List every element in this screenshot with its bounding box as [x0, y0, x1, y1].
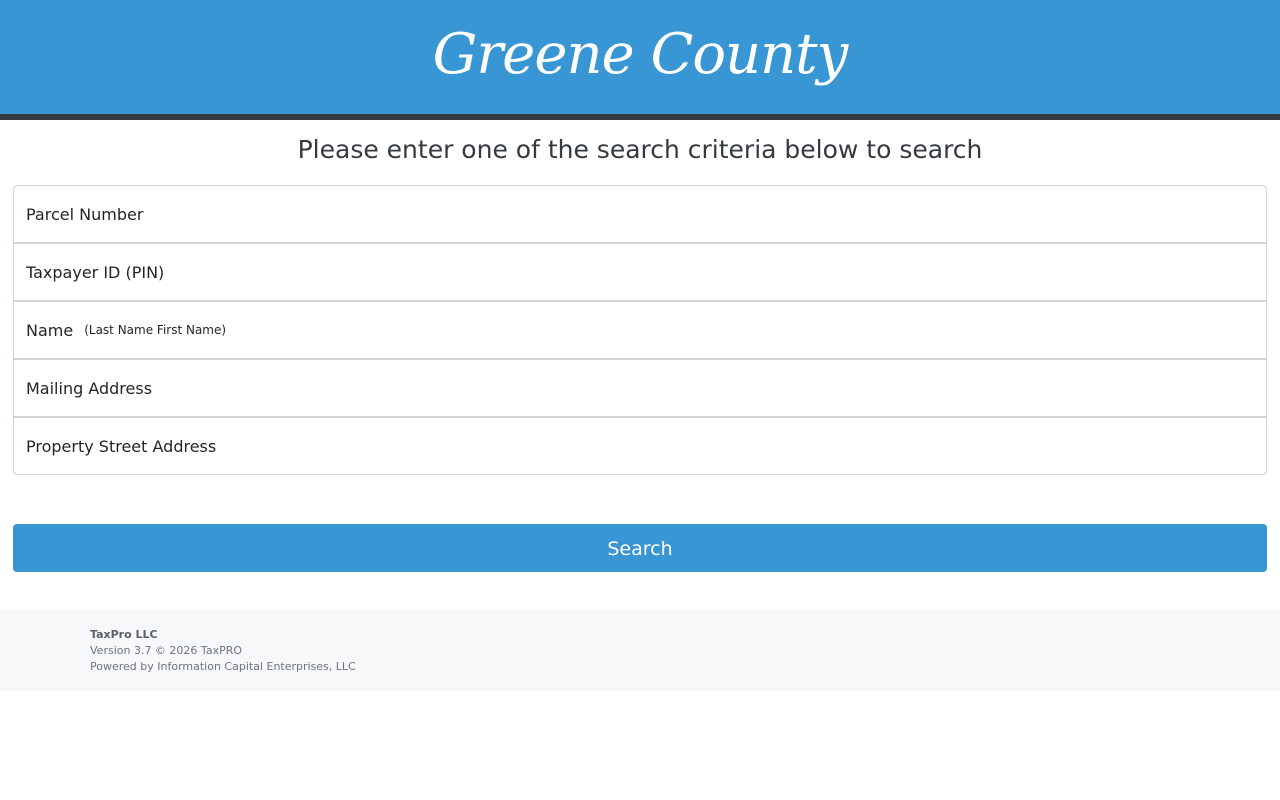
name-field[interactable]: Name (Last Name First Name)	[13, 301, 1267, 359]
header-divider	[0, 114, 1280, 120]
property-street-address-label: Property Street Address	[26, 436, 217, 456]
site-header: Greene County	[0, 0, 1280, 114]
site-footer: TaxPro LLC Version 3.7 © 2026 TaxPRO Pow…	[0, 610, 1280, 691]
property-street-address-field[interactable]: Property Street Address	[13, 417, 1267, 475]
county-logo: Greene County	[432, 22, 849, 87]
search-button[interactable]: Search	[13, 524, 1267, 572]
footer-company: TaxPro LLC	[90, 628, 158, 641]
taxpayer-id-label: Taxpayer ID (PIN)	[26, 262, 165, 282]
footer-powered-by: Powered by Information Capital Enterpris…	[90, 660, 356, 673]
parcel-number-field[interactable]: Parcel Number	[13, 185, 1267, 243]
parcel-number-label: Parcel Number	[26, 204, 144, 224]
mailing-address-label: Mailing Address	[26, 378, 153, 398]
name-format-hint: (Last Name First Name)	[84, 323, 227, 337]
name-label: Name	[26, 320, 74, 340]
search-instructions: Please enter one of the search criteria …	[297, 135, 983, 164]
taxpayer-id-field[interactable]: Taxpayer ID (PIN)	[13, 243, 1267, 301]
footer-version: Version 3.7 © 2026 TaxPRO	[90, 644, 243, 657]
mailing-address-field[interactable]: Mailing Address	[13, 359, 1267, 417]
